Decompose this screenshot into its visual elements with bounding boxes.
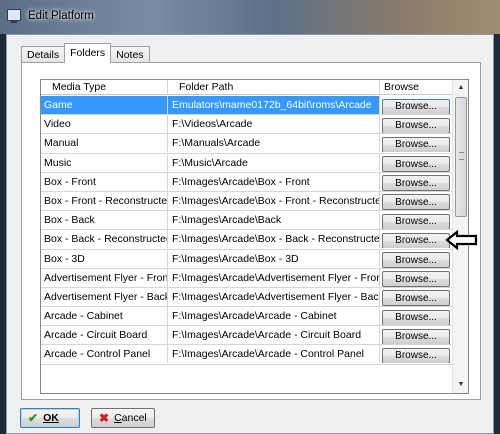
browse-cell: Browse... <box>380 307 453 326</box>
browse-cell: Browse... <box>380 191 453 210</box>
table-row[interactable]: Game Emulators\mame0172b_64bit\roms\Arcad… <box>41 96 453 116</box>
browse-cell: Browse... <box>380 172 453 191</box>
browse-cell: Browse... <box>380 326 453 345</box>
media-type-cell[interactable]: Box - 3D <box>41 249 168 268</box>
folder-path-cell[interactable]: F:\Images\Arcade\Arcade - Circuit Board <box>168 326 380 345</box>
browse-button[interactable]: Browse... <box>382 98 450 114</box>
table-row[interactable]: Video F:\Videos\Arcade Browse... <box>41 115 453 135</box>
folder-path-cell[interactable]: F:\Videos\Arcade <box>168 115 380 134</box>
app-window-icon <box>7 9 21 23</box>
ok-button-label: OK <box>43 412 59 424</box>
folder-path-cell[interactable]: F:\Images\Arcade\Box - Front <box>168 172 380 191</box>
browse-button[interactable]: Browse... <box>382 271 450 287</box>
table-row[interactable]: Box - Back F:\Images\Arcade\Back Browse... <box>41 211 453 231</box>
browse-button[interactable]: Browse... <box>382 290 450 306</box>
title-bar: Edit Platform <box>0 0 500 34</box>
window-title: Edit Platform <box>28 10 94 22</box>
browse-button[interactable]: Browse... <box>382 347 450 364</box>
browse-button[interactable]: Browse... <box>382 213 450 230</box>
folder-path-cell[interactable]: F:\Images\Arcade\Arcade - Control Panel <box>168 345 380 364</box>
folder-path-cell[interactable]: F:\Images\Arcade\Arcade - Cabinet <box>168 307 380 326</box>
column-header-media-type[interactable]: Media Type <box>41 80 168 95</box>
folders-grid: Media Type Folder Path Browse Game Emulat… <box>40 79 469 394</box>
media-type-cell[interactable]: Box - Back - Reconstructed <box>41 230 168 249</box>
table-row[interactable]: Arcade - Circuit Board F:\Images\Arcade\A… <box>41 326 453 346</box>
browse-cell: Browse... <box>380 268 453 287</box>
browse-cell: Browse... <box>380 230 453 249</box>
scroll-up-icon[interactable]: ▲ <box>453 80 468 96</box>
table-row[interactable]: Box - Front - Reconstructed F:\Images\Arc… <box>41 191 453 212</box>
browse-button[interactable]: Browse... <box>382 136 450 153</box>
cancel-button-label: Cancel <box>114 412 147 424</box>
table-row[interactable]: Manual F:\Manuals\Arcade Browse... <box>41 134 453 154</box>
scrollbar-thumb[interactable] <box>455 97 467 217</box>
media-type-cell[interactable]: Arcade - Circuit Board <box>41 326 168 345</box>
browse-cell: Browse... <box>380 249 453 268</box>
browse-cell: Browse... <box>380 134 453 153</box>
table-row[interactable]: Advertisement Flyer - Back F:\Images\Arca… <box>41 287 453 308</box>
browse-cell: Browse... <box>380 96 453 114</box>
media-type-cell[interactable]: Advertisement Flyer - Front <box>41 268 168 287</box>
table-row[interactable]: Arcade - Cabinet F:\Images\Arcade\Arcade … <box>41 307 453 327</box>
tab-strip: Details Folders Notes <box>21 43 150 63</box>
media-type-cell[interactable]: Box - Front - Reconstructed <box>41 191 168 210</box>
folder-path-cell[interactable]: F:\Manuals\Arcade <box>168 134 380 153</box>
browse-cell: Browse... <box>380 211 453 230</box>
media-type-cell[interactable]: Video <box>41 115 168 134</box>
browse-button[interactable]: Browse... <box>382 309 450 326</box>
checkmark-icon: ✔ <box>28 411 39 425</box>
browse-button[interactable]: Browse... <box>382 117 450 134</box>
media-type-cell[interactable]: Manual <box>41 134 168 153</box>
browse-button[interactable]: Browse... <box>382 194 450 210</box>
media-type-cell[interactable]: Music <box>41 153 168 172</box>
browse-cell: Browse... <box>380 115 453 134</box>
column-header-browse[interactable]: Browse <box>380 80 453 95</box>
table-row[interactable]: Box - Back - Reconstructed F:\Images\Arca… <box>41 230 453 250</box>
media-type-cell[interactable]: Arcade - Control Panel <box>41 345 168 364</box>
table-row[interactable]: Box - 3D F:\Images\Arcade\Box - 3D Browse.… <box>41 249 453 269</box>
browse-button[interactable]: Browse... <box>382 175 450 191</box>
ok-button[interactable]: ✔ OK <box>20 408 80 428</box>
browse-cell: Browse... <box>380 287 453 306</box>
cancel-x-icon: ✖ <box>99 411 110 425</box>
folder-path-cell[interactable]: F:\Music\Arcade <box>168 153 380 172</box>
browse-button[interactable]: Browse... <box>382 328 450 345</box>
browse-button[interactable]: Browse... <box>382 232 450 249</box>
browse-cell: Browse... <box>380 345 453 364</box>
browse-button[interactable]: Browse... <box>382 156 450 172</box>
folder-path-cell[interactable]: F:\Images\Arcade\Box - 3D <box>168 249 380 268</box>
folders-panel: Media Type Folder Path Browse Game Emulat… <box>21 62 481 400</box>
tab-notes[interactable]: Notes <box>110 46 150 63</box>
scroll-down-icon[interactable]: ▼ <box>453 377 468 393</box>
media-type-cell[interactable]: Arcade - Cabinet <box>41 307 168 326</box>
browse-cell: Browse... <box>380 153 453 172</box>
table-row[interactable]: Arcade - Control Panel F:\Images\Arcade\A… <box>41 345 453 365</box>
grid-header: Media Type Folder Path Browse <box>41 80 453 95</box>
table-row[interactable]: Box - Front F:\Images\Arcade\Box - Front B… <box>41 172 453 192</box>
folder-path-cell[interactable]: F:\Images\Arcade\Box - Front - Reconstru… <box>168 191 380 210</box>
tab-folders[interactable]: Folders <box>64 43 112 63</box>
grid-rows: Game Emulators\mame0172b_64bit\roms\Arcad… <box>41 96 453 365</box>
folder-path-cell[interactable]: F:\Images\Arcade\Advertisement Flyer - B… <box>168 287 380 306</box>
browse-button[interactable]: Browse... <box>382 252 450 268</box>
pointer-arrow-icon <box>445 230 478 250</box>
folder-path-cell[interactable]: Emulators\mame0172b_64bit\roms\Arcade <box>168 96 380 114</box>
cancel-button[interactable]: ✖ Cancel <box>91 408 155 428</box>
folder-path-cell[interactable]: F:\Images\Arcade\Advertisement Flyer - F… <box>168 268 380 287</box>
tab-details[interactable]: Details <box>21 46 66 63</box>
column-header-folder-path[interactable]: Folder Path <box>168 80 380 95</box>
media-type-cell[interactable]: Box - Back <box>41 211 168 230</box>
folder-path-cell[interactable]: F:\Images\Arcade\Box - Back - Reconstruc… <box>168 230 380 249</box>
media-type-cell[interactable]: Box - Front <box>41 172 168 191</box>
folder-path-cell[interactable]: F:\Images\Arcade\Back <box>168 211 380 230</box>
table-row[interactable]: Advertisement Flyer - Front F:\Images\Arc… <box>41 268 453 288</box>
table-row[interactable]: Music F:\Music\Arcade Browse... <box>41 153 453 173</box>
media-type-cell[interactable]: Advertisement Flyer - Back <box>41 287 168 306</box>
media-type-cell[interactable]: Game <box>41 96 168 114</box>
dialog-body: Details Folders Notes Media Type Folder … <box>6 34 494 434</box>
